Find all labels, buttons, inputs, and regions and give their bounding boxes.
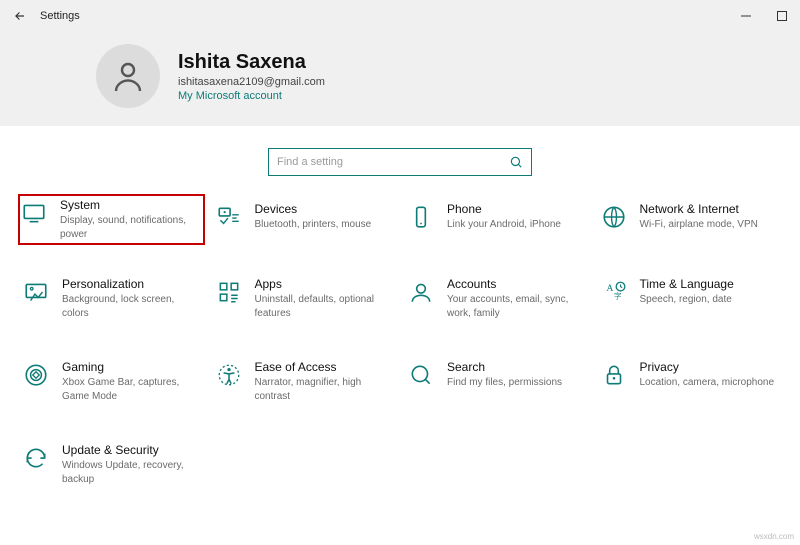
- gaming-icon: [22, 362, 50, 390]
- back-arrow-icon: [13, 9, 27, 23]
- category-desc: Xbox Game Bar, captures, Game Mode: [62, 376, 201, 403]
- category-tile-personalization[interactable]: Personalization Background, lock screen, …: [20, 273, 203, 324]
- category-tile-system[interactable]: System Display, sound, notifications, pow…: [18, 194, 205, 245]
- category-desc: Your accounts, email, sync, work, family: [447, 293, 586, 320]
- category-text: Accounts Your accounts, email, sync, work…: [447, 277, 586, 320]
- category-title: Ease of Access: [255, 360, 394, 374]
- category-tile-apps[interactable]: Apps Uninstall, defaults, optional featur…: [213, 273, 396, 324]
- maximize-button[interactable]: [764, 0, 800, 32]
- privacy-icon: [600, 362, 628, 390]
- minimize-icon: [741, 11, 751, 21]
- personalization-icon: [22, 279, 50, 307]
- user-icon: [110, 58, 146, 94]
- category-text: Devices Bluetooth, printers, mouse: [255, 202, 372, 237]
- category-desc: Narrator, magnifier, high contrast: [255, 376, 394, 403]
- search-container: [0, 126, 800, 198]
- back-button[interactable]: [0, 9, 40, 23]
- category-text: Phone Link your Android, iPhone: [447, 202, 561, 237]
- watermark: wsxdn.com: [754, 532, 794, 541]
- category-text: Apps Uninstall, defaults, optional featur…: [255, 277, 394, 320]
- category-title: Update & Security: [62, 443, 201, 457]
- search-icon: [509, 155, 523, 169]
- category-desc: Find my files, permissions: [447, 376, 562, 390]
- network-icon: [600, 204, 628, 232]
- category-title: System: [60, 198, 200, 212]
- category-text: Update & Security Windows Update, recover…: [62, 443, 201, 486]
- microsoft-account-link[interactable]: My Microsoft account: [178, 90, 325, 102]
- category-desc: Windows Update, recovery, backup: [62, 459, 201, 486]
- category-tile-network[interactable]: Network & Internet Wi-Fi, airplane mode, …: [598, 198, 781, 241]
- avatar: [96, 44, 160, 108]
- category-tile-update[interactable]: Update & Security Windows Update, recover…: [20, 439, 203, 490]
- accounts-icon: [407, 279, 435, 307]
- phone-icon: [407, 204, 435, 232]
- category-tile-phone[interactable]: Phone Link your Android, iPhone: [405, 198, 588, 241]
- category-title: Apps: [255, 277, 394, 291]
- category-text: Search Find my files, permissions: [447, 360, 562, 403]
- category-title: Time & Language: [640, 277, 734, 291]
- categories-grid: System Display, sound, notifications, pow…: [0, 198, 800, 510]
- category-tile-time[interactable]: Time & Language Speech, region, date: [598, 273, 781, 324]
- search-box[interactable]: [268, 148, 532, 176]
- window-title: Settings: [40, 10, 80, 22]
- category-desc: Speech, region, date: [640, 293, 734, 307]
- category-desc: Location, camera, microphone: [640, 376, 775, 390]
- window-controls: [728, 0, 800, 32]
- category-tile-accounts[interactable]: Accounts Your accounts, email, sync, work…: [405, 273, 588, 324]
- apps-icon: [215, 279, 243, 307]
- category-desc: Wi-Fi, airplane mode, VPN: [640, 218, 758, 232]
- search-input[interactable]: [277, 156, 509, 168]
- category-desc: Display, sound, notifications, power: [60, 214, 200, 241]
- category-title: Gaming: [62, 360, 201, 374]
- user-info: Ishita Saxena ishitasaxena2109@gmail.com…: [178, 51, 325, 102]
- minimize-button[interactable]: [728, 0, 764, 32]
- category-title: Privacy: [640, 360, 775, 374]
- category-tile-devices[interactable]: Devices Bluetooth, printers, mouse: [213, 198, 396, 241]
- devices-icon: [215, 204, 243, 232]
- user-email: ishitasaxena2109@gmail.com: [178, 76, 325, 88]
- category-text: Network & Internet Wi-Fi, airplane mode, …: [640, 202, 758, 237]
- category-title: Phone: [447, 202, 561, 216]
- category-title: Personalization: [62, 277, 201, 291]
- category-tile-gaming[interactable]: Gaming Xbox Game Bar, captures, Game Mode: [20, 356, 203, 407]
- category-text: Gaming Xbox Game Bar, captures, Game Mode: [62, 360, 201, 403]
- titlebar: Settings: [0, 0, 800, 32]
- category-text: Time & Language Speech, region, date: [640, 277, 734, 320]
- category-text: Privacy Location, camera, microphone: [640, 360, 775, 403]
- category-tile-ease[interactable]: Ease of Access Narrator, magnifier, high …: [213, 356, 396, 407]
- category-title: Devices: [255, 202, 372, 216]
- category-title: Accounts: [447, 277, 586, 291]
- time-icon: [600, 279, 628, 307]
- search-icon: [407, 362, 435, 390]
- category-text: Personalization Background, lock screen, …: [62, 277, 201, 320]
- user-name: Ishita Saxena: [178, 51, 325, 74]
- account-header: Ishita Saxena ishitasaxena2109@gmail.com…: [0, 32, 800, 126]
- category-desc: Background, lock screen, colors: [62, 293, 201, 320]
- category-title: Search: [447, 360, 562, 374]
- category-title: Network & Internet: [640, 202, 758, 216]
- category-text: System Display, sound, notifications, pow…: [60, 198, 200, 241]
- category-tile-privacy[interactable]: Privacy Location, camera, microphone: [598, 356, 781, 407]
- category-tile-search[interactable]: Search Find my files, permissions: [405, 356, 588, 407]
- system-icon: [20, 200, 48, 228]
- category-desc: Uninstall, defaults, optional features: [255, 293, 394, 320]
- category-desc: Bluetooth, printers, mouse: [255, 218, 372, 232]
- category-text: Ease of Access Narrator, magnifier, high …: [255, 360, 394, 403]
- update-icon: [22, 445, 50, 473]
- category-desc: Link your Android, iPhone: [447, 218, 561, 232]
- ease-icon: [215, 362, 243, 390]
- maximize-icon: [777, 11, 787, 21]
